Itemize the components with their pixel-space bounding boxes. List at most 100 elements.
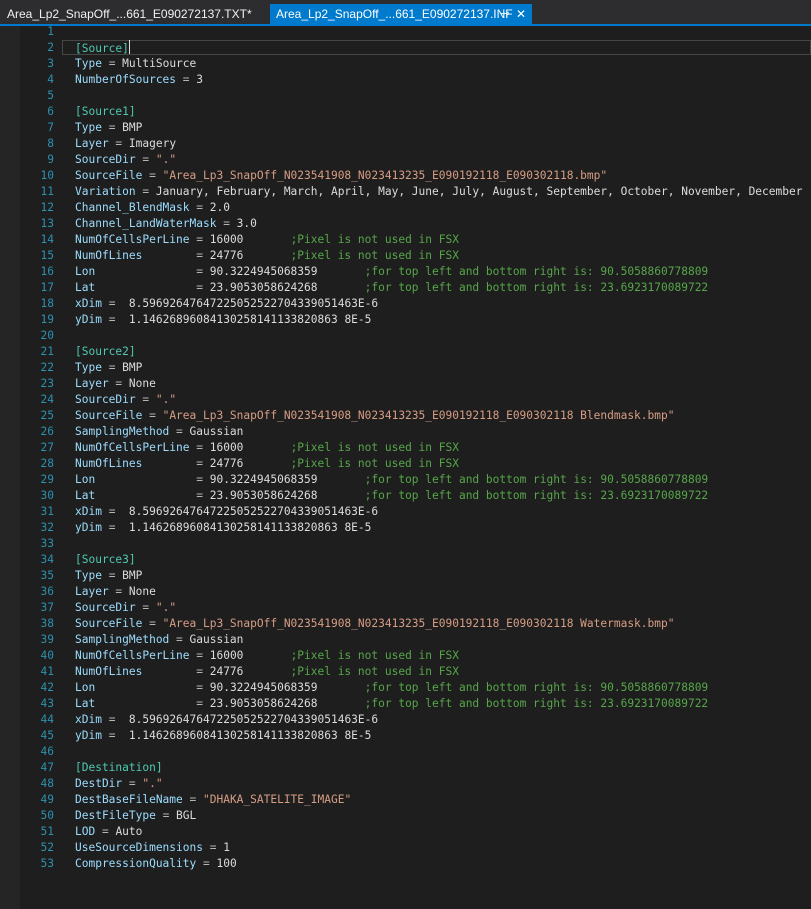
- code-line[interactable]: 41 NumOfLines = 24776 ;Pixel is not used …: [0, 664, 811, 680]
- code-line[interactable]: 27 NumOfCellsPerLine = 16000 ;Pixel is no…: [0, 440, 811, 456]
- equals-operator: =: [95, 281, 210, 294]
- code-line[interactable]: 13 Channel_LandWaterMask = 3.0: [0, 216, 811, 232]
- code-line[interactable]: 53 CompressionQuality = 100: [0, 856, 811, 872]
- line-number: 25: [40, 409, 54, 422]
- code-line[interactable]: 2 [Source]: [0, 40, 811, 56]
- pin-icon[interactable]: ⊸: [499, 4, 511, 24]
- line-code: [Source2]: [75, 344, 136, 360]
- code-line[interactable]: 5: [0, 88, 811, 104]
- config-key: Type: [75, 361, 102, 374]
- code-line[interactable]: 51 LOD = Auto: [0, 824, 811, 840]
- section-header: [Source3]: [75, 553, 136, 566]
- line-number: 36: [40, 585, 54, 598]
- equals-operator: =: [101, 57, 123, 70]
- code-line[interactable]: 43 Lat = 23.9053058624268 ;for top left a…: [0, 696, 811, 712]
- code-line[interactable]: 9 SourceDir = ".": [0, 152, 811, 168]
- code-comment: ;for top left and bottom right is: 90.50…: [364, 265, 709, 278]
- code-line[interactable]: 24 SourceDir = ".": [0, 392, 811, 408]
- code-line[interactable]: 39 SamplingMethod = Gaussian: [0, 632, 811, 648]
- code-line[interactable]: 23 Layer = None: [0, 376, 811, 392]
- code-line[interactable]: 7 Type = BMP: [0, 120, 811, 136]
- line-number: 38: [40, 617, 54, 630]
- config-key: LOD: [75, 825, 96, 838]
- close-icon[interactable]: ✕: [515, 4, 527, 24]
- code-line[interactable]: 34 [Source3]: [0, 552, 811, 568]
- line-code: Lon = 90.3224945068359 ;for top left and…: [75, 264, 708, 280]
- code-line[interactable]: 38 SourceFile = "Area_Lp3_SnapOff_N023541…: [0, 616, 811, 632]
- code-line[interactable]: 30 Lat = 23.9053058624268 ;for top left a…: [0, 488, 811, 504]
- line-number: 19: [40, 313, 54, 326]
- tab-inf-file[interactable]: Area_Lp2_SnapOff_...661_E090272137.INF ⊸…: [270, 4, 532, 24]
- code-line[interactable]: 19 yDim = 1.14626896084130258141133820863…: [0, 312, 811, 328]
- code-line[interactable]: 52 UseSourceDimensions = 1: [0, 840, 811, 856]
- code-line[interactable]: 17 Lat = 23.9053058624268 ;for top left a…: [0, 280, 811, 296]
- code-line[interactable]: 40 NumOfCellsPerLine = 16000 ;Pixel is no…: [0, 648, 811, 664]
- code-line[interactable]: 10 SourceFile = "Area_Lp3_SnapOff_N023541…: [0, 168, 811, 184]
- code-editor[interactable]: 1 2 [Source] 3 Type = MultiSource 4 NumberOfSo…: [0, 26, 811, 909]
- code-line[interactable]: 35 Type = BMP: [0, 568, 811, 584]
- code-line[interactable]: 37 SourceDir = ".": [0, 600, 811, 616]
- config-value: 8.59692647647225052522704339051463E-6: [128, 297, 379, 310]
- code-line[interactable]: 36 Layer = None: [0, 584, 811, 600]
- equals-operator: =: [122, 777, 143, 790]
- code-line[interactable]: 3 Type = MultiSource: [0, 56, 811, 72]
- code-line[interactable]: 25 SourceFile = "Area_Lp3_SnapOff_N023541…: [0, 408, 811, 424]
- code-line[interactable]: 1: [0, 26, 811, 40]
- line-code: [Source1]: [75, 104, 136, 120]
- code-line[interactable]: 46: [0, 744, 811, 760]
- equals-operator: =: [189, 233, 210, 246]
- line-code: NumOfCellsPerLine = 16000 ;Pixel is not …: [75, 440, 459, 456]
- config-key: yDim: [75, 521, 102, 534]
- code-line[interactable]: 4 NumberOfSources = 3: [0, 72, 811, 88]
- code-line[interactable]: 47 [Destination]: [0, 760, 811, 776]
- code-line[interactable]: 44 xDim = 8.59692647647225052522704339051…: [0, 712, 811, 728]
- config-key: Lon: [75, 473, 96, 486]
- code-line[interactable]: 31 xDim = 8.59692647647225052522704339051…: [0, 504, 811, 520]
- code-line[interactable]: 32 yDim = 1.14626896084130258141133820863…: [0, 520, 811, 536]
- line-code: DestFileType = BGL: [75, 808, 196, 824]
- equals-operator: =: [101, 361, 123, 374]
- line-code: NumOfCellsPerLine = 16000 ;Pixel is not …: [75, 232, 459, 248]
- code-line[interactable]: 20: [0, 328, 811, 344]
- line-number: 31: [40, 505, 54, 518]
- config-key: DestBaseFileName: [75, 793, 183, 806]
- code-comment: ;for top left and bottom right is: 23.69…: [364, 489, 709, 502]
- line-code: Type = BMP: [75, 360, 142, 376]
- equals-operator: =: [101, 521, 129, 534]
- config-key: CompressionQuality: [75, 857, 197, 870]
- code-line[interactable]: 49 DestBaseFileName = "DHAKA_SATELITE_IMA…: [0, 792, 811, 808]
- code-line[interactable]: 14 NumOfCellsPerLine = 16000 ;Pixel is no…: [0, 232, 811, 248]
- config-value: 1.14626896084130258141133820863 8E-5: [128, 729, 372, 742]
- code-line[interactable]: 48 DestDir = ".": [0, 776, 811, 792]
- tab-bar: Area_Lp2_SnapOff_...661_E090272137.TXT* …: [0, 0, 811, 24]
- code-line[interactable]: 6 [Source1]: [0, 104, 811, 120]
- code-line[interactable]: 18 xDim = 8.59692647647225052522704339051…: [0, 296, 811, 312]
- code-line[interactable]: 21 [Source2]: [0, 344, 811, 360]
- code-line[interactable]: 8 Layer = Imagery: [0, 136, 811, 152]
- code-line[interactable]: 45 yDim = 1.14626896084130258141133820863…: [0, 728, 811, 744]
- equals-operator: =: [142, 665, 210, 678]
- code-line[interactable]: 42 Lon = 90.3224945068359 ;for top left a…: [0, 680, 811, 696]
- line-number: 29: [40, 473, 54, 486]
- code-line[interactable]: 50 DestFileType = BGL: [0, 808, 811, 824]
- code-line[interactable]: 28 NumOfLines = 24776 ;Pixel is not used …: [0, 456, 811, 472]
- code-line[interactable]: 12 Channel_BlendMask = 2.0: [0, 200, 811, 216]
- code-line[interactable]: 22 Type = BMP: [0, 360, 811, 376]
- line-number: 35: [40, 569, 54, 582]
- equals-operator: =: [101, 297, 129, 310]
- line-code: SourceFile = "Area_Lp3_SnapOff_N02354190…: [75, 168, 607, 184]
- code-line[interactable]: 29 Lon = 90.3224945068359 ;for top left a…: [0, 472, 811, 488]
- line-code: Type = BMP: [75, 568, 142, 584]
- config-value: 16000: [209, 441, 291, 454]
- code-line[interactable]: 26 SamplingMethod = Gaussian: [0, 424, 811, 440]
- line-code: Layer = None: [75, 584, 156, 600]
- code-line[interactable]: 33: [0, 536, 811, 552]
- line-code: UseSourceDimensions = 1: [75, 840, 230, 856]
- tab-txt-file[interactable]: Area_Lp2_SnapOff_...661_E090272137.TXT*: [0, 4, 268, 24]
- code-line[interactable]: 16 Lon = 90.3224945068359 ;for top left a…: [0, 264, 811, 280]
- line-number: 18: [40, 297, 54, 310]
- code-line[interactable]: 15 NumOfLines = 24776 ;Pixel is not used …: [0, 248, 811, 264]
- config-key: NumOfLines: [75, 457, 143, 470]
- line-number: 5: [47, 89, 54, 102]
- code-line[interactable]: 11 Variation = January, February, March, …: [0, 184, 811, 200]
